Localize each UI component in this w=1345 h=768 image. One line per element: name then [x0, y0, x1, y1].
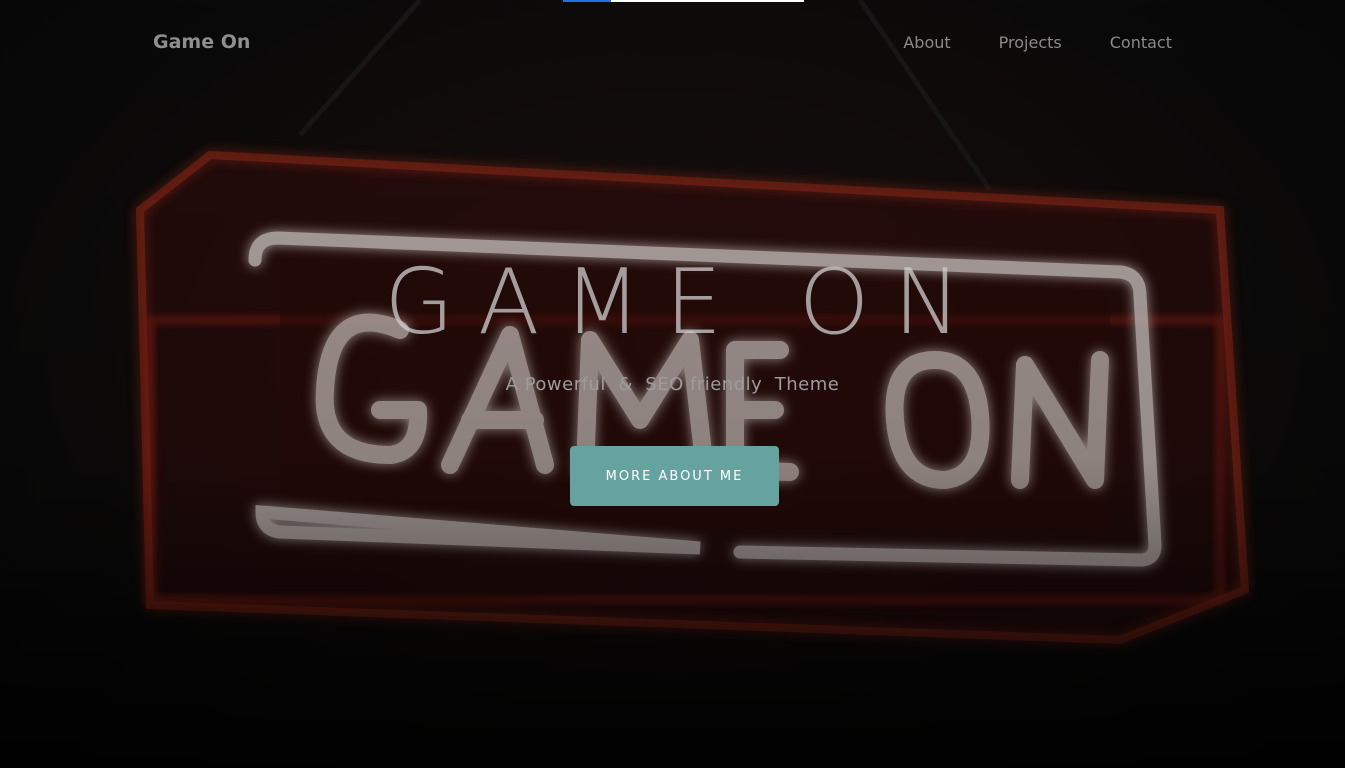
nav-link-about[interactable]: About [903, 33, 950, 52]
nav-links: About Projects Contact [903, 33, 1172, 52]
hero-subtitle: A Powerful & SEO friendly Theme [505, 374, 840, 395]
more-about-me-button[interactable]: MORE ABOUT ME [570, 446, 779, 506]
hero-title: GAME ON [384, 250, 985, 355]
nav-link-projects[interactable]: Projects [999, 33, 1062, 52]
nav-link-contact[interactable]: Contact [1110, 33, 1172, 52]
hero-section: Game On About Projects Contact GAME ON A… [0, 0, 1345, 768]
brand-logo-link[interactable]: Game On [153, 31, 250, 53]
top-navbar: Game On About Projects Contact [0, 0, 1345, 88]
